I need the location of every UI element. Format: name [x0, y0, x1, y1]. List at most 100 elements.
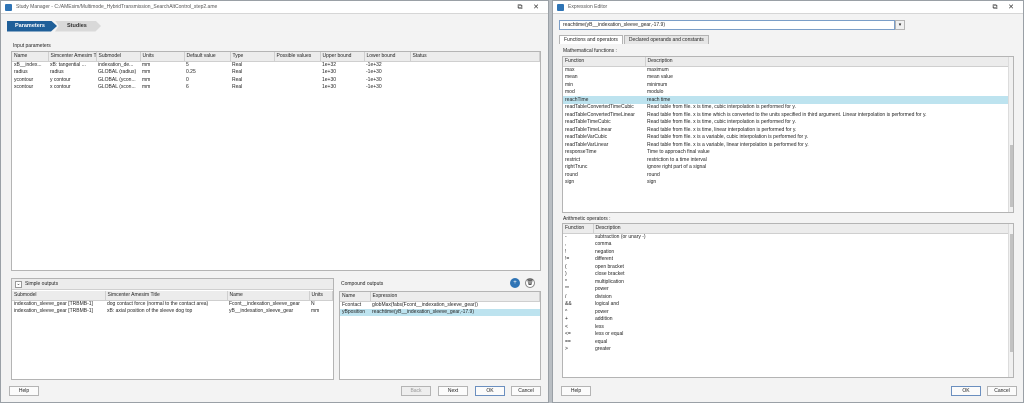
- operator-row[interactable]: <= less or equal: [563, 331, 1010, 339]
- operator-row[interactable]: * multiplication: [563, 278, 1010, 286]
- close-icon[interactable]: ✕: [528, 1, 544, 14]
- add-compound-output-button[interactable]: +: [510, 278, 520, 288]
- column-header[interactable]: Submodel: [96, 52, 141, 62]
- function-row[interactable]: reachTime reach time: [563, 96, 1010, 104]
- table-cell: comma: [595, 241, 612, 248]
- step-parameters[interactable]: Parameters: [7, 20, 57, 32]
- operator-row[interactable]: ** power: [563, 286, 1010, 294]
- operator-row[interactable]: ^ power: [563, 308, 1010, 316]
- operator-row[interactable]: == equal: [563, 338, 1010, 346]
- tab-functions-operators[interactable]: Functions and operators: [559, 35, 623, 44]
- function-row[interactable]: rightTrunc ignore right part of a signal: [563, 164, 1010, 172]
- operator-row[interactable]: > greater: [563, 346, 1010, 354]
- table-cell: ycontour: [14, 76, 34, 83]
- function-row[interactable]: max maximum: [563, 66, 1010, 74]
- close-icon[interactable]: ✕: [1003, 1, 1019, 14]
- cancel-button[interactable]: Cancel: [511, 386, 541, 396]
- back-button[interactable]: Back: [401, 386, 431, 396]
- function-row[interactable]: round round: [563, 171, 1010, 179]
- table-cell: Read table from file. x is time, cubic i…: [647, 104, 796, 111]
- simple-output-row[interactable]: indexation_sleeve_gear [TRBMB-1] xB: axia…: [12, 308, 333, 316]
- column-header[interactable]: Function: [563, 224, 594, 234]
- column-header[interactable]: Description: [593, 224, 1010, 234]
- operator-row[interactable]: != different: [563, 256, 1010, 264]
- column-header[interactable]: Upper bound: [320, 52, 365, 62]
- table-cell: -1e+30: [366, 84, 382, 91]
- input-parameter-row[interactable]: ycontour y contour GLOBAL (ycon... mm 0 Real 1…: [12, 76, 540, 84]
- restore-icon[interactable]: ⧉: [987, 1, 1003, 14]
- operator-row[interactable]: - subtraction (or unary -): [563, 233, 1010, 241]
- chevron-down-icon[interactable]: ⌄: [15, 280, 22, 288]
- math-scrollbar[interactable]: [1008, 57, 1013, 212]
- function-row[interactable]: readTableVarCubic Read table from file. x…: [563, 134, 1010, 142]
- table-cell: indexation_sleeve_gear [TRBMB-1]: [14, 301, 93, 307]
- function-row[interactable]: restrict restriction to a time interval: [563, 156, 1010, 164]
- function-row[interactable]: mod modulo: [563, 89, 1010, 97]
- delete-icon[interactable]: 🗑: [525, 278, 535, 288]
- operator-row[interactable]: (open bracket: [563, 263, 1010, 271]
- function-row[interactable]: mean mean value: [563, 74, 1010, 82]
- column-header[interactable]: Possible values: [274, 52, 321, 62]
- operator-row[interactable]: ) close bracket: [563, 271, 1010, 279]
- help-button[interactable]: Help: [9, 386, 39, 396]
- table-cell: restrict: [565, 156, 580, 163]
- simple-output-row[interactable]: indexation_sleeve_gear [TRBMB-1] dog cont…: [12, 300, 333, 308]
- input-parameter-row[interactable]: radius radius GLOBAL (radius) mm 0.25 Real 1e+…: [12, 69, 540, 77]
- expression-input[interactable]: reachtime(yB__indexation_sleeve_gear,-17…: [559, 20, 895, 30]
- ok-button[interactable]: OK: [475, 386, 505, 396]
- operator-row[interactable]: , comma: [563, 241, 1010, 249]
- column-header[interactable]: Type: [230, 52, 275, 62]
- restore-icon[interactable]: ⧉: [512, 1, 528, 14]
- column-header[interactable]: Name: [340, 292, 371, 302]
- operator-row[interactable]: + addition: [563, 316, 1010, 324]
- ok-button[interactable]: OK: [951, 386, 981, 396]
- column-header[interactable]: Units: [140, 52, 185, 62]
- function-row[interactable]: readTableConvertedTimeCubic Read table fr…: [563, 104, 1010, 112]
- column-header[interactable]: Simcenter Amesim Title: [105, 291, 228, 301]
- table-cell: N: [311, 301, 315, 307]
- function-row[interactable]: sign sign: [563, 179, 1010, 187]
- function-row[interactable]: responseTime Time to approach final value: [563, 149, 1010, 157]
- operator-row[interactable]: && logical and: [563, 301, 1010, 309]
- cancel-button[interactable]: Cancel: [987, 386, 1017, 396]
- operator-row[interactable]: < less: [563, 323, 1010, 331]
- function-row[interactable]: readTableVarLinear Read table from file. …: [563, 141, 1010, 149]
- expression-dropdown-button[interactable]: ▾: [895, 20, 905, 30]
- input-parameter-row[interactable]: xcontour x contour GLOBAL (xcon... mm 6 Real 1…: [12, 84, 540, 92]
- column-header[interactable]: Status: [410, 52, 540, 62]
- operator-row[interactable]: ! negation: [563, 248, 1010, 256]
- column-header[interactable]: Simcenter Amesim Title: [48, 52, 97, 62]
- function-row[interactable]: readTableTimeCubic Read table from file. …: [563, 119, 1010, 127]
- function-row[interactable]: min minimum: [563, 81, 1010, 89]
- table-cell: reachtime(yB__indexation_sleeve_gear,-17…: [370, 308, 540, 316]
- table-cell: readTableConvertedTimeLinear: [565, 111, 635, 118]
- table-cell: multiplication: [595, 278, 624, 285]
- table-cell: **: [565, 286, 569, 293]
- column-header[interactable]: Lower bound: [364, 52, 411, 62]
- app-icon: [557, 3, 564, 11]
- column-header[interactable]: Default value: [184, 52, 231, 62]
- help-button[interactable]: Help: [561, 386, 591, 396]
- column-header[interactable]: Name: [12, 52, 49, 62]
- input-parameter-row[interactable]: xB__index... xB: tangential ... indexation…: [12, 61, 540, 69]
- operator-row[interactable]: / division: [563, 293, 1010, 301]
- column-header[interactable]: Units: [309, 291, 333, 301]
- table-cell: indexation_sleeve_gear [TRBMB-1]: [14, 308, 93, 315]
- table-cell: [410, 76, 540, 84]
- table-cell: ,: [565, 241, 567, 248]
- function-row[interactable]: readTableTimeLinear Read table from file.…: [563, 126, 1010, 134]
- arith-scrollbar[interactable]: [1008, 224, 1013, 377]
- function-row[interactable]: readTableConvertedTimeLinear Read table f…: [563, 111, 1010, 119]
- column-header[interactable]: Function: [563, 57, 646, 67]
- compound-output-row[interactable]: Fcontact globMax(fabs(Fcont__indexation_s…: [340, 301, 540, 309]
- compound-output-row[interactable]: yBposition reachtime(yB__indexation_sleev…: [340, 308, 540, 316]
- column-header[interactable]: Expression: [370, 292, 540, 302]
- compound-outputs-table: Name Expression Fcontact globMax(fabs(Fcon…: [339, 291, 541, 380]
- table-cell: -1e+30: [366, 69, 382, 76]
- column-header[interactable]: Name: [227, 291, 310, 301]
- tab-declared-operands[interactable]: Declared operands and constants: [623, 35, 709, 44]
- column-header[interactable]: Submodel: [12, 291, 106, 301]
- column-header[interactable]: Description: [645, 57, 1010, 67]
- next-button[interactable]: Next: [438, 386, 468, 396]
- step-studies[interactable]: Studies: [55, 20, 101, 32]
